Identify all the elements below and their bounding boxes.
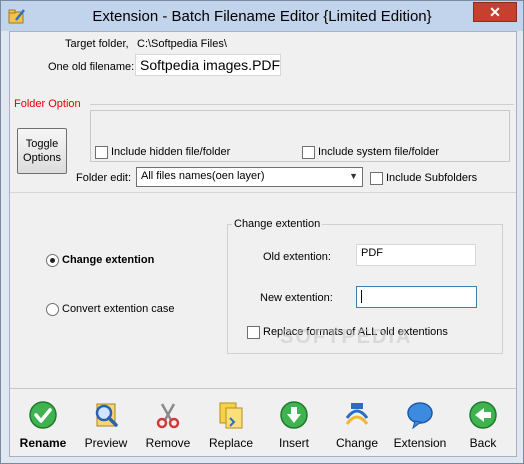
old-extention-label: Old extention: xyxy=(263,251,331,263)
include-subfolders-label: Include Subfolders xyxy=(386,172,478,184)
change-extention-label: Change extention xyxy=(62,254,155,266)
back-button[interactable]: Back xyxy=(453,400,513,452)
green-left-arrow-icon xyxy=(469,401,497,429)
remove-label: Remove xyxy=(145,436,191,450)
preview-button[interactable]: Preview xyxy=(76,400,136,452)
change-extention-group-title: Change extention xyxy=(232,218,323,230)
include-system-label: Include system file/folder xyxy=(318,146,440,158)
target-folder-label: Target folder, xyxy=(65,38,129,50)
old-filename-label: One old filename: xyxy=(48,61,135,73)
include-system-checkbox[interactable] xyxy=(302,146,315,159)
old-filename-field[interactable]: Softpedia images.PDF xyxy=(135,54,281,76)
window-title: Extension - Batch Filename Editor {Limit… xyxy=(92,8,432,25)
change-button[interactable]: Change xyxy=(327,400,387,452)
green-check-icon xyxy=(29,401,57,429)
watermark: SOFTPEDIA xyxy=(280,326,413,348)
client-area: Target folder, C:\Softpedia Files\ One o… xyxy=(9,31,517,457)
scissors-icon xyxy=(156,403,180,429)
new-extention-field[interactable] xyxy=(356,286,477,308)
convert-case-label: Convert extention case xyxy=(62,303,175,315)
include-hidden-label: Include hidden file/folder xyxy=(111,146,231,158)
include-subfolders-checkbox[interactable] xyxy=(370,172,383,185)
extension-button[interactable]: Extension xyxy=(390,400,450,452)
blue-speech-bubble-icon xyxy=(407,402,433,430)
folder-edit-label: Folder edit: xyxy=(76,172,132,184)
replace-all-checkbox[interactable] xyxy=(247,326,260,339)
green-down-arrow-icon xyxy=(280,401,308,429)
remove-button[interactable]: Remove xyxy=(138,400,198,452)
magnifier-icon xyxy=(95,403,118,427)
include-hidden-checkbox[interactable] xyxy=(95,146,108,159)
change-extention-radio[interactable] xyxy=(46,254,59,267)
new-extention-label: New extention: xyxy=(260,292,333,304)
target-folder-value: C:\Softpedia Files\ xyxy=(137,38,227,50)
rename-button[interactable]: Rename xyxy=(13,400,73,452)
toolbar-divider xyxy=(10,388,516,389)
folder-option-title: Folder Option xyxy=(14,98,81,110)
text-cursor xyxy=(361,290,362,303)
blue-swirl-icon xyxy=(345,403,369,425)
folder-edit-value: All files names(oen layer) xyxy=(141,170,265,182)
change-label: Change xyxy=(335,436,379,450)
convert-case-radio[interactable] xyxy=(46,303,59,316)
replace-label: Replace xyxy=(208,436,254,450)
back-label: Back xyxy=(469,436,497,450)
chevron-down-icon: ▼ xyxy=(349,171,358,181)
yellow-docs-icon xyxy=(219,402,243,429)
close-button[interactable]: ✕ xyxy=(473,2,517,22)
insert-button[interactable]: Insert xyxy=(264,400,324,452)
extension-label: Extension xyxy=(393,436,447,450)
replace-button[interactable]: Replace xyxy=(201,400,261,452)
preview-label: Preview xyxy=(84,436,128,450)
toggle-options-button[interactable]: Toggle Options xyxy=(17,128,67,174)
folder-edit-select[interactable]: All files names(oen layer) ▼ xyxy=(136,167,363,187)
section-divider xyxy=(10,192,516,193)
old-extention-field[interactable]: PDF xyxy=(356,244,476,266)
title-bar[interactable]: Extension - Batch Filename Editor {Limit… xyxy=(1,1,523,31)
rename-label: Rename xyxy=(19,436,67,450)
app-window: Extension - Batch Filename Editor {Limit… xyxy=(0,0,524,464)
insert-label: Insert xyxy=(278,436,309,450)
folder-option-divider xyxy=(90,104,514,105)
